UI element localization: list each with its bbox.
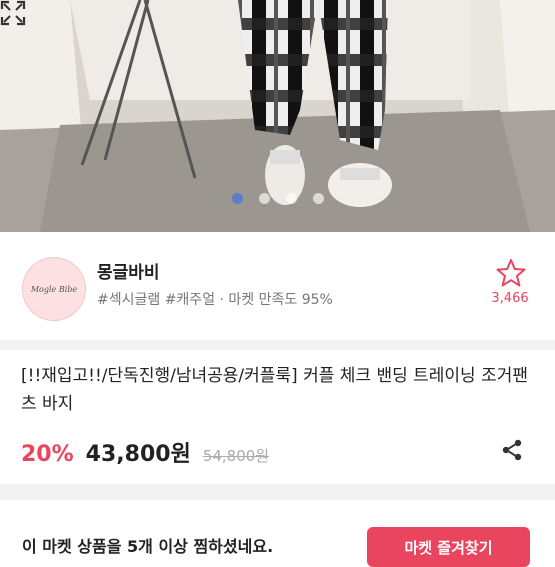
shop-name[interactable]: 몽글바비 [97,258,160,283]
carousel-dot[interactable] [258,193,270,204]
sale-price: 43,800원 [85,442,191,467]
shop-logo-text: Mogle Bibe [30,284,78,294]
shop-logo[interactable]: Mogle Bibe [22,257,86,321]
favorite-notice: 이 마켓 상품을 5개 이상 찜하셨네요. [22,537,274,556]
original-price: 54,800원 [202,447,270,465]
section-divider [0,340,555,350]
discount-rate: 20% [21,442,74,467]
carousel-dot[interactable] [285,193,297,204]
favorite-count: 3,466 [491,291,529,306]
carousel-dot[interactable] [312,193,324,204]
price-row: 20% 43,800원 54,800원 [21,436,270,467]
carousel-dots [0,193,555,207]
product-title: [!!재입고!!/단독진행/남녀공용/커플룩] 커플 체크 밴딩 트레이닝 조거… [21,366,529,414]
expand-icon[interactable] [0,0,26,26]
product-image[interactable] [0,0,555,232]
section-divider [0,484,555,500]
share-icon[interactable] [500,438,524,462]
star-icon[interactable] [496,258,526,288]
market-favorite-button[interactable]: 마켓 즐겨찾기 [367,527,530,567]
carousel-dot[interactable] [231,193,243,204]
shop-tags: #섹시글램 #캐주얼 · 마켓 만족도 95% [97,292,333,308]
